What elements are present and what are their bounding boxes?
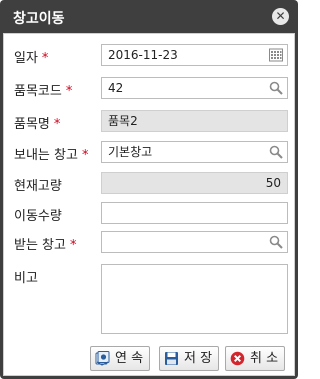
dialog-body: 일자 * 2016-11-23 품목코드 * 42 품목명 * 품목2 보내는 … [3,33,295,376]
move-qty-row: 이동수량 [4,202,294,224]
current-stock-value: 50 [265,176,281,190]
continue-icon [95,351,110,366]
required-mark: * [41,51,49,66]
dialog-footer: 연 속 저 장 취 소 [4,339,294,375]
close-icon[interactable]: ✕ [272,8,289,25]
current-stock-label: 현재고량 [14,179,62,194]
move-qty-input[interactable] [101,202,288,224]
required-mark: * [65,84,73,99]
date-value: 2016-11-23 [108,48,178,62]
item-name-field: 품목2 [101,110,288,132]
warehouse-transfer-dialog: 창고이동 ✕ 일자 * 2016-11-23 품목코드 * 42 품목명 * 품… [0,0,298,379]
remark-label: 비고 [14,271,38,286]
item-code-row: 품목코드 * 42 [4,77,294,99]
item-code-label: 품목코드 * [14,84,73,99]
date-label: 일자 * [14,51,49,66]
cancel-label: 취 소 [250,351,279,366]
continue-label: 연 속 [115,351,144,366]
search-icon[interactable] [269,81,283,95]
continue-button[interactable]: 연 속 [90,346,151,371]
save-icon [165,352,178,365]
from-warehouse-value: 기본창고 [108,145,153,159]
dialog-title: 창고이동 [13,11,65,27]
move-qty-label: 이동수량 [14,209,62,224]
item-code-field[interactable]: 42 [101,77,288,99]
required-mark: * [69,238,77,253]
to-warehouse-row: 받는 창고 * [4,231,294,253]
date-field[interactable]: 2016-11-23 [101,44,288,66]
cancel-button[interactable]: 취 소 [225,346,286,371]
from-warehouse-field[interactable]: 기본창고 [101,141,288,163]
item-code-value: 42 [108,81,124,95]
from-warehouse-label: 보내는 창고 * [14,148,89,163]
from-warehouse-row: 보내는 창고 * 기본창고 [4,141,294,163]
dialog-titlebar: 창고이동 ✕ [3,0,295,33]
calendar-icon[interactable] [269,48,283,62]
to-warehouse-label: 받는 창고 * [14,238,77,253]
to-warehouse-field[interactable] [101,231,288,253]
current-stock-row: 현재고량 50 [4,172,294,194]
item-name-label: 품목명 * [14,117,61,132]
required-mark: * [53,117,61,132]
search-icon[interactable] [269,145,283,159]
search-icon[interactable] [269,235,283,249]
remark-textarea[interactable] [101,264,288,334]
save-button[interactable]: 저 장 [159,346,220,371]
item-name-row: 품목명 * 품목2 [4,110,294,132]
cancel-icon [230,351,245,366]
date-row: 일자 * 2016-11-23 [4,44,294,66]
current-stock-field: 50 [101,172,288,194]
save-label: 저 장 [184,351,213,366]
item-name-value: 품목2 [108,114,138,128]
required-mark: * [81,148,89,163]
